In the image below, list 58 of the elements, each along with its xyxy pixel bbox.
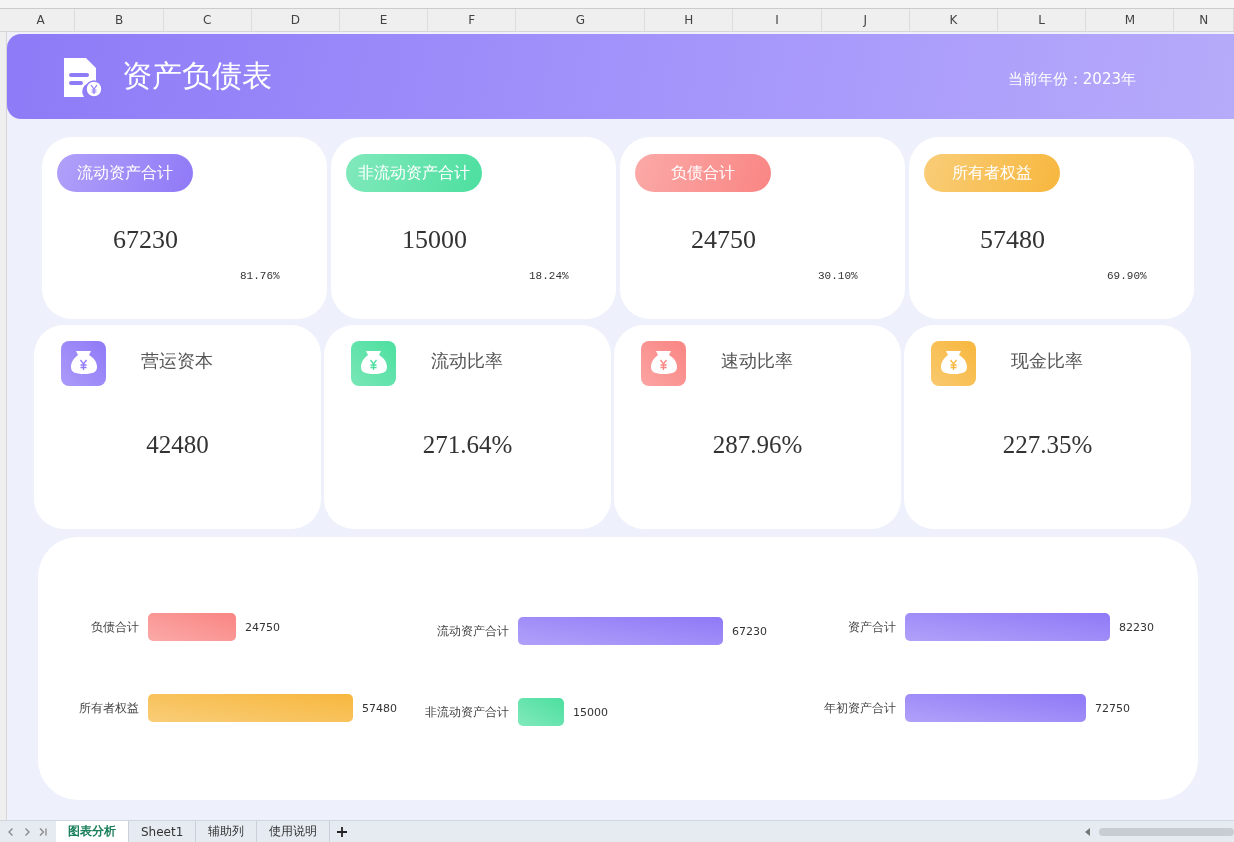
bar-label: 流动资产合计: [436, 622, 510, 640]
column-header[interactable]: N: [1174, 9, 1234, 31]
amount-value: 57480: [980, 225, 1045, 255]
ratio-value: 287.96%: [712, 431, 803, 459]
ratio-value: 227.35%: [1002, 431, 1093, 459]
document-yen-icon: [62, 55, 104, 98]
column-header[interactable]: C: [163, 9, 252, 31]
share-percent: 81.76%: [240, 270, 280, 282]
ratio-value: 271.64%: [422, 431, 513, 459]
amount-value: 24750: [691, 225, 756, 255]
bar-value: 67230: [732, 624, 767, 638]
ratio-label: 营运资本: [141, 349, 213, 373]
sheet-tab[interactable]: Sheet1: [129, 821, 197, 842]
column-header[interactable]: L: [998, 9, 1087, 31]
bar-value: 15000: [573, 705, 608, 719]
column-header[interactable]: I: [733, 9, 822, 31]
column-header[interactable]: H: [645, 9, 734, 31]
amount-value: 15000: [402, 225, 467, 255]
column-header[interactable]: M: [1086, 9, 1175, 31]
ratio-value: 42480: [146, 431, 209, 459]
bar-value: 72750: [1095, 701, 1130, 715]
sheet-tab[interactable]: 使用说明: [257, 821, 331, 842]
column-header[interactable]: E: [340, 9, 429, 31]
bar-label: 非流动资产合计: [424, 703, 510, 721]
category-pill: 所有者权益: [924, 154, 1060, 192]
bar-label: 所有者权益: [78, 699, 140, 717]
sheet-tab[interactable]: 辅助列: [196, 821, 258, 842]
share-percent: 18.24%: [529, 270, 569, 282]
column-header[interactable]: G: [516, 9, 646, 31]
scroll-left-icon[interactable]: [1085, 827, 1091, 836]
bar-value: 57480: [362, 701, 397, 715]
column-header[interactable]: D: [251, 9, 340, 31]
bar-value: 82230: [1119, 620, 1154, 634]
ratio-label: 流动比率: [431, 349, 503, 373]
column-header[interactable]: J: [821, 9, 910, 31]
category-pill: 非流动资产合计: [346, 154, 482, 192]
last-arrow-icon[interactable]: [38, 826, 48, 837]
bar: [518, 698, 564, 726]
plus-icon[interactable]: [336, 825, 349, 838]
horizontal-scrollbar[interactable]: [1099, 827, 1234, 836]
column-header[interactable]: A: [7, 9, 76, 31]
share-percent: 69.90%: [1107, 270, 1147, 282]
sheet-tab[interactable]: 图表分析: [56, 821, 129, 842]
amount-value: 67230: [113, 225, 178, 255]
column-header[interactable]: F: [428, 9, 517, 31]
column-header[interactable]: K: [909, 9, 999, 31]
ratio-label: 现金比率: [1011, 349, 1083, 373]
share-percent: 30.10%: [818, 270, 858, 282]
ratio-label: 速动比率: [721, 349, 793, 373]
bar-label: 负债合计: [90, 618, 140, 636]
dashboard-title: 资产负债表: [122, 57, 272, 95]
category-pill: 流动资产合计: [57, 154, 193, 192]
bar-label: 年初资产合计: [823, 699, 897, 717]
category-pill: 负债合计: [635, 154, 771, 192]
column-header[interactable]: B: [75, 9, 164, 31]
bar-value: 24750: [245, 620, 280, 634]
bar-label: 资产合计: [847, 618, 897, 636]
current-year: 当前年份：2023年: [1007, 70, 1136, 89]
